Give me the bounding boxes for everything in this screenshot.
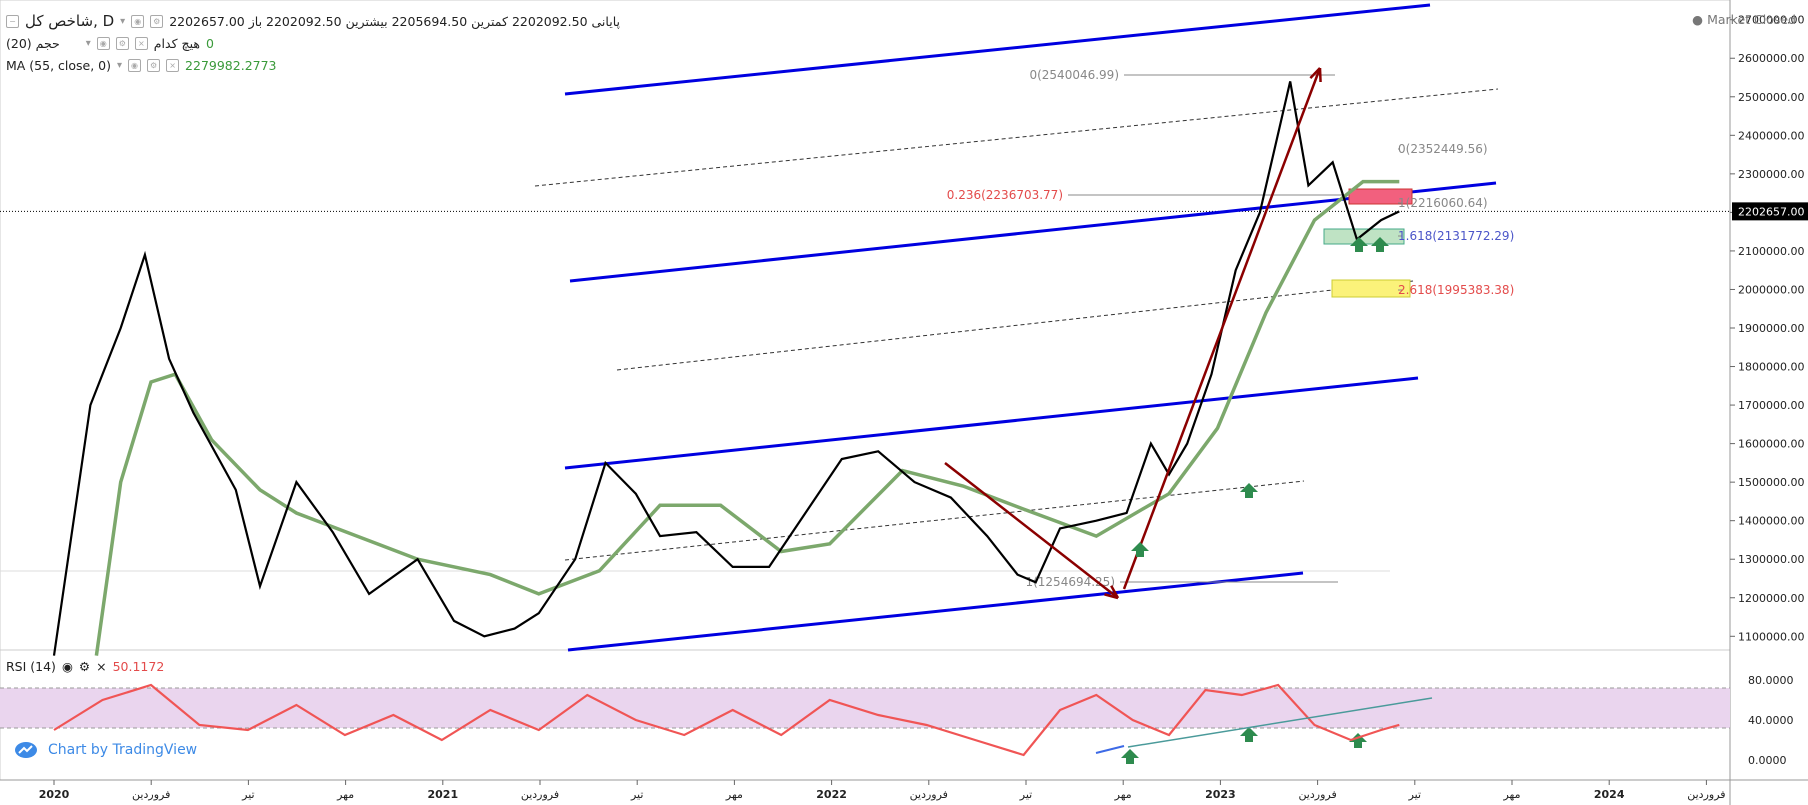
y-tick-label: 1700000.00 [1738, 399, 1804, 412]
y-tick-label: 1900000.00 [1738, 322, 1804, 335]
volume-legend: حجم (20) ▾ ◉ ⚙ × هیچ کدام 0 [6, 36, 214, 51]
support-zone [1323, 228, 1405, 245]
x-tick-label: مهر [1114, 788, 1132, 801]
y-tick-label: 1500000.00 [1738, 476, 1804, 489]
fib-level-label: 1.618(2131772.29) [1398, 229, 1514, 243]
ma-legend: MA (55, close, 0) ▾ ◉ ⚙ × 2279982.2773 [6, 58, 277, 73]
tradingview-watermark[interactable]: Chart by TradingView [14, 741, 197, 759]
x-tick-label: تیر [1019, 788, 1032, 801]
x-tick-label: فروردین [132, 788, 170, 801]
x-tick-label: فروردین [910, 788, 948, 801]
main-pane [0, 0, 1731, 651]
rsi-tick-label: 0.0000 [1748, 754, 1787, 767]
rsi-legend: RSI (14) ◉ ⚙ × 50.1172 [6, 659, 164, 674]
eye-icon[interactable]: ◉ [96, 37, 110, 50]
chart-canvas[interactable]: 2700000.002600000.002500000.002400000.00… [0, 0, 1808, 805]
ohlc-values: 2202657.00 پایانی 2202092.50 کمترین 2205… [169, 13, 620, 29]
chevron-down-icon[interactable]: ▾ [117, 60, 122, 71]
minus-box-icon[interactable]: − [6, 14, 19, 28]
y-tick-label: 2500000.00 [1738, 91, 1804, 104]
symbol-title[interactable]: شاخص کل, D [25, 12, 114, 30]
x-tick-label: فروردین [1687, 788, 1725, 801]
watermark-label: Chart by TradingView [48, 742, 198, 758]
rsi-label-text[interactable]: RSI (14) [6, 659, 56, 674]
market-status-label: Market Closed [1707, 12, 1796, 27]
y-tick-label: 2600000.00 [1738, 52, 1804, 65]
fib-level-label: 1(2216060.64) [1398, 196, 1488, 210]
chevron-down-icon[interactable]: ▾ [120, 16, 125, 27]
x-tick-label: 2022 [816, 788, 847, 801]
ma-label[interactable]: MA (55, close, 0) [6, 58, 111, 73]
x-tick-label: 2024 [1594, 788, 1625, 801]
settings-icon[interactable]: ⚙ [79, 659, 90, 674]
fib-level-label: 0(2540046.99) [1029, 68, 1119, 82]
settings-icon[interactable]: ⚙ [115, 37, 129, 50]
y-tick-label: 1400000.00 [1738, 515, 1804, 528]
fib-level-label: 2.618(1995383.38) [1398, 283, 1514, 297]
close-icon[interactable]: × [96, 659, 106, 674]
close-icon[interactable]: × [134, 37, 148, 50]
y-tick-label: 2000000.00 [1738, 283, 1804, 296]
y-tick-label: 2100000.00 [1738, 245, 1804, 258]
main-legend: − شاخص کل, D ▾ ◉ ⚙ 2202657.00 پایانی 220… [6, 12, 620, 30]
rsi-tick-label: 80.0000 [1748, 674, 1794, 687]
y-tick-label: 2400000.00 [1738, 129, 1804, 142]
current-price-label: 2202657.00 [1738, 205, 1804, 218]
y-tick-label: 1100000.00 [1738, 630, 1804, 643]
market-status: ● Market Closed [1692, 12, 1796, 27]
settings-icon[interactable]: ⚙ [150, 14, 164, 28]
chevron-down-icon[interactable]: ▾ [86, 38, 91, 49]
y-tick-label: 1600000.00 [1738, 438, 1804, 451]
x-tick-label: فروردین [1298, 788, 1336, 801]
settings-icon[interactable]: ⚙ [147, 59, 161, 72]
volume-value: 0 [205, 36, 214, 51]
y-tick-label: 1200000.00 [1738, 592, 1804, 605]
x-tick-label: تیر [630, 788, 643, 801]
close-icon[interactable]: × [166, 59, 180, 72]
eye-icon[interactable]: ◉ [128, 59, 142, 72]
y-tick-label: 1300000.00 [1738, 553, 1804, 566]
rsi-band [0, 688, 1730, 728]
x-tick-label: مهر [725, 788, 743, 801]
rsi-value: 50.1172 [112, 659, 165, 674]
x-tick-label: فروردین [521, 788, 559, 801]
y-tick-label: 2300000.00 [1738, 168, 1804, 181]
fib-level-label: 0(2352449.56) [1398, 142, 1488, 156]
rsi-tick-label: 40.0000 [1748, 714, 1794, 727]
y-tick-label: 1800000.00 [1738, 361, 1804, 374]
ma-value: 2279982.2773 [185, 58, 277, 73]
x-tick-label: مهر [336, 788, 354, 801]
x-tick-label: تیر [241, 788, 254, 801]
cloud-icon [15, 742, 37, 758]
x-tick-label: مهر [1502, 788, 1520, 801]
eye-icon[interactable]: ◉ [131, 14, 145, 28]
x-tick-label: 2020 [39, 788, 70, 801]
x-tick-label: 2021 [427, 788, 458, 801]
fib-level-label: 0.236(2236703.77) [947, 188, 1063, 202]
volume-note: هیچ کدام [153, 36, 200, 51]
x-tick-label: تیر [1408, 788, 1421, 801]
x-tick-label: 2023 [1205, 788, 1236, 801]
eye-icon[interactable]: ◉ [62, 659, 73, 674]
volume-label[interactable]: حجم (20) [6, 36, 60, 51]
